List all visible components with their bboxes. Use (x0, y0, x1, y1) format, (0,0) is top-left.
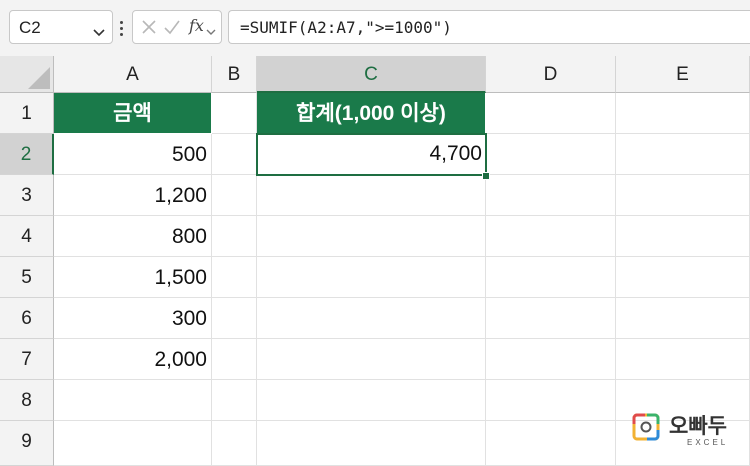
chevron-down-icon[interactable] (206, 23, 216, 41)
cell-b2[interactable] (212, 134, 257, 175)
formula-bar: C2 fx =SUMIF(A2:A7,">=1000") (0, 0, 750, 56)
cell-c4[interactable] (257, 216, 486, 257)
fill-handle[interactable] (482, 172, 490, 180)
watermark: 오빠두 EXCEL (631, 410, 741, 452)
cell-b6[interactable] (212, 298, 257, 339)
column-header-d[interactable]: D (486, 56, 616, 93)
row-header-8[interactable]: 8 (0, 380, 54, 421)
row-header-1[interactable]: 1 (0, 93, 54, 134)
enter-check-icon[interactable] (163, 17, 181, 42)
column-header-a[interactable]: A (54, 56, 212, 93)
cell-a8[interactable] (54, 380, 212, 421)
oppadu-logo-icon (631, 412, 661, 442)
cell-d2[interactable] (486, 134, 616, 175)
cell-e2[interactable] (616, 134, 750, 175)
row-header-7[interactable]: 7 (0, 339, 54, 380)
cell-e7[interactable] (616, 339, 750, 380)
more-options-icon[interactable] (118, 12, 124, 42)
row-header-4[interactable]: 4 (0, 216, 54, 257)
row-header-2[interactable]: 2 (0, 134, 54, 175)
name-box-value: C2 (19, 18, 41, 37)
row-header-3[interactable]: 3 (0, 175, 54, 216)
cell-c8[interactable] (257, 380, 486, 421)
cell-a7[interactable]: 2,000 (54, 339, 212, 380)
formula-input[interactable]: =SUMIF(A2:A7,">=1000") (228, 10, 750, 44)
cell-d1[interactable] (486, 93, 616, 134)
formula-buttons: fx (132, 10, 222, 44)
cell-b4[interactable] (212, 216, 257, 257)
cell-d9[interactable] (486, 421, 616, 466)
cell-b3[interactable] (212, 175, 257, 216)
chevron-down-icon[interactable] (93, 24, 105, 42)
cell-e3[interactable] (616, 175, 750, 216)
cell-a9[interactable] (54, 421, 212, 466)
cell-a4[interactable]: 800 (54, 216, 212, 257)
cell-c5[interactable] (257, 257, 486, 298)
watermark-sub: EXCEL (687, 438, 729, 447)
cell-a1[interactable]: 금액 (54, 93, 212, 134)
cell-d4[interactable] (486, 216, 616, 257)
cell-d8[interactable] (486, 380, 616, 421)
cell-a6[interactable]: 300 (54, 298, 212, 339)
cell-c6[interactable] (257, 298, 486, 339)
name-box[interactable]: C2 (9, 10, 113, 44)
cell-a3[interactable]: 1,200 (54, 175, 212, 216)
cancel-icon[interactable] (141, 17, 157, 42)
column-header-c[interactable]: C (257, 56, 486, 93)
cell-c1[interactable]: 합계(1,000 이상) (257, 93, 486, 134)
cell-c2-active[interactable]: 4,700 (256, 133, 487, 176)
row-header-5[interactable]: 5 (0, 257, 54, 298)
cell-b1[interactable] (212, 93, 257, 134)
cell-d7[interactable] (486, 339, 616, 380)
cell-c3[interactable] (257, 175, 486, 216)
cell-a2[interactable]: 500 (54, 134, 212, 175)
cell-c9[interactable] (257, 421, 486, 466)
cell-b9[interactable] (212, 421, 257, 466)
cell-e1[interactable] (616, 93, 750, 134)
formula-text: =SUMIF(A2:A7,">=1000") (240, 18, 452, 37)
watermark-brand: 오빠두 (669, 415, 727, 438)
cell-e5[interactable] (616, 257, 750, 298)
cell-d5[interactable] (486, 257, 616, 298)
cell-c7[interactable] (257, 339, 486, 380)
cell-e6[interactable] (616, 298, 750, 339)
select-all-corner[interactable] (0, 56, 54, 93)
cell-b7[interactable] (212, 339, 257, 380)
insert-function-icon[interactable]: fx (189, 16, 204, 35)
cell-d3[interactable] (486, 175, 616, 216)
cell-a5[interactable]: 1,500 (54, 257, 212, 298)
cell-d6[interactable] (486, 298, 616, 339)
cell-e4[interactable] (616, 216, 750, 257)
cell-b8[interactable] (212, 380, 257, 421)
column-header-b[interactable]: B (212, 56, 257, 93)
cell-b5[interactable] (212, 257, 257, 298)
row-header-9[interactable]: 9 (0, 421, 54, 466)
row-header-6[interactable]: 6 (0, 298, 54, 339)
column-header-e[interactable]: E (616, 56, 750, 93)
